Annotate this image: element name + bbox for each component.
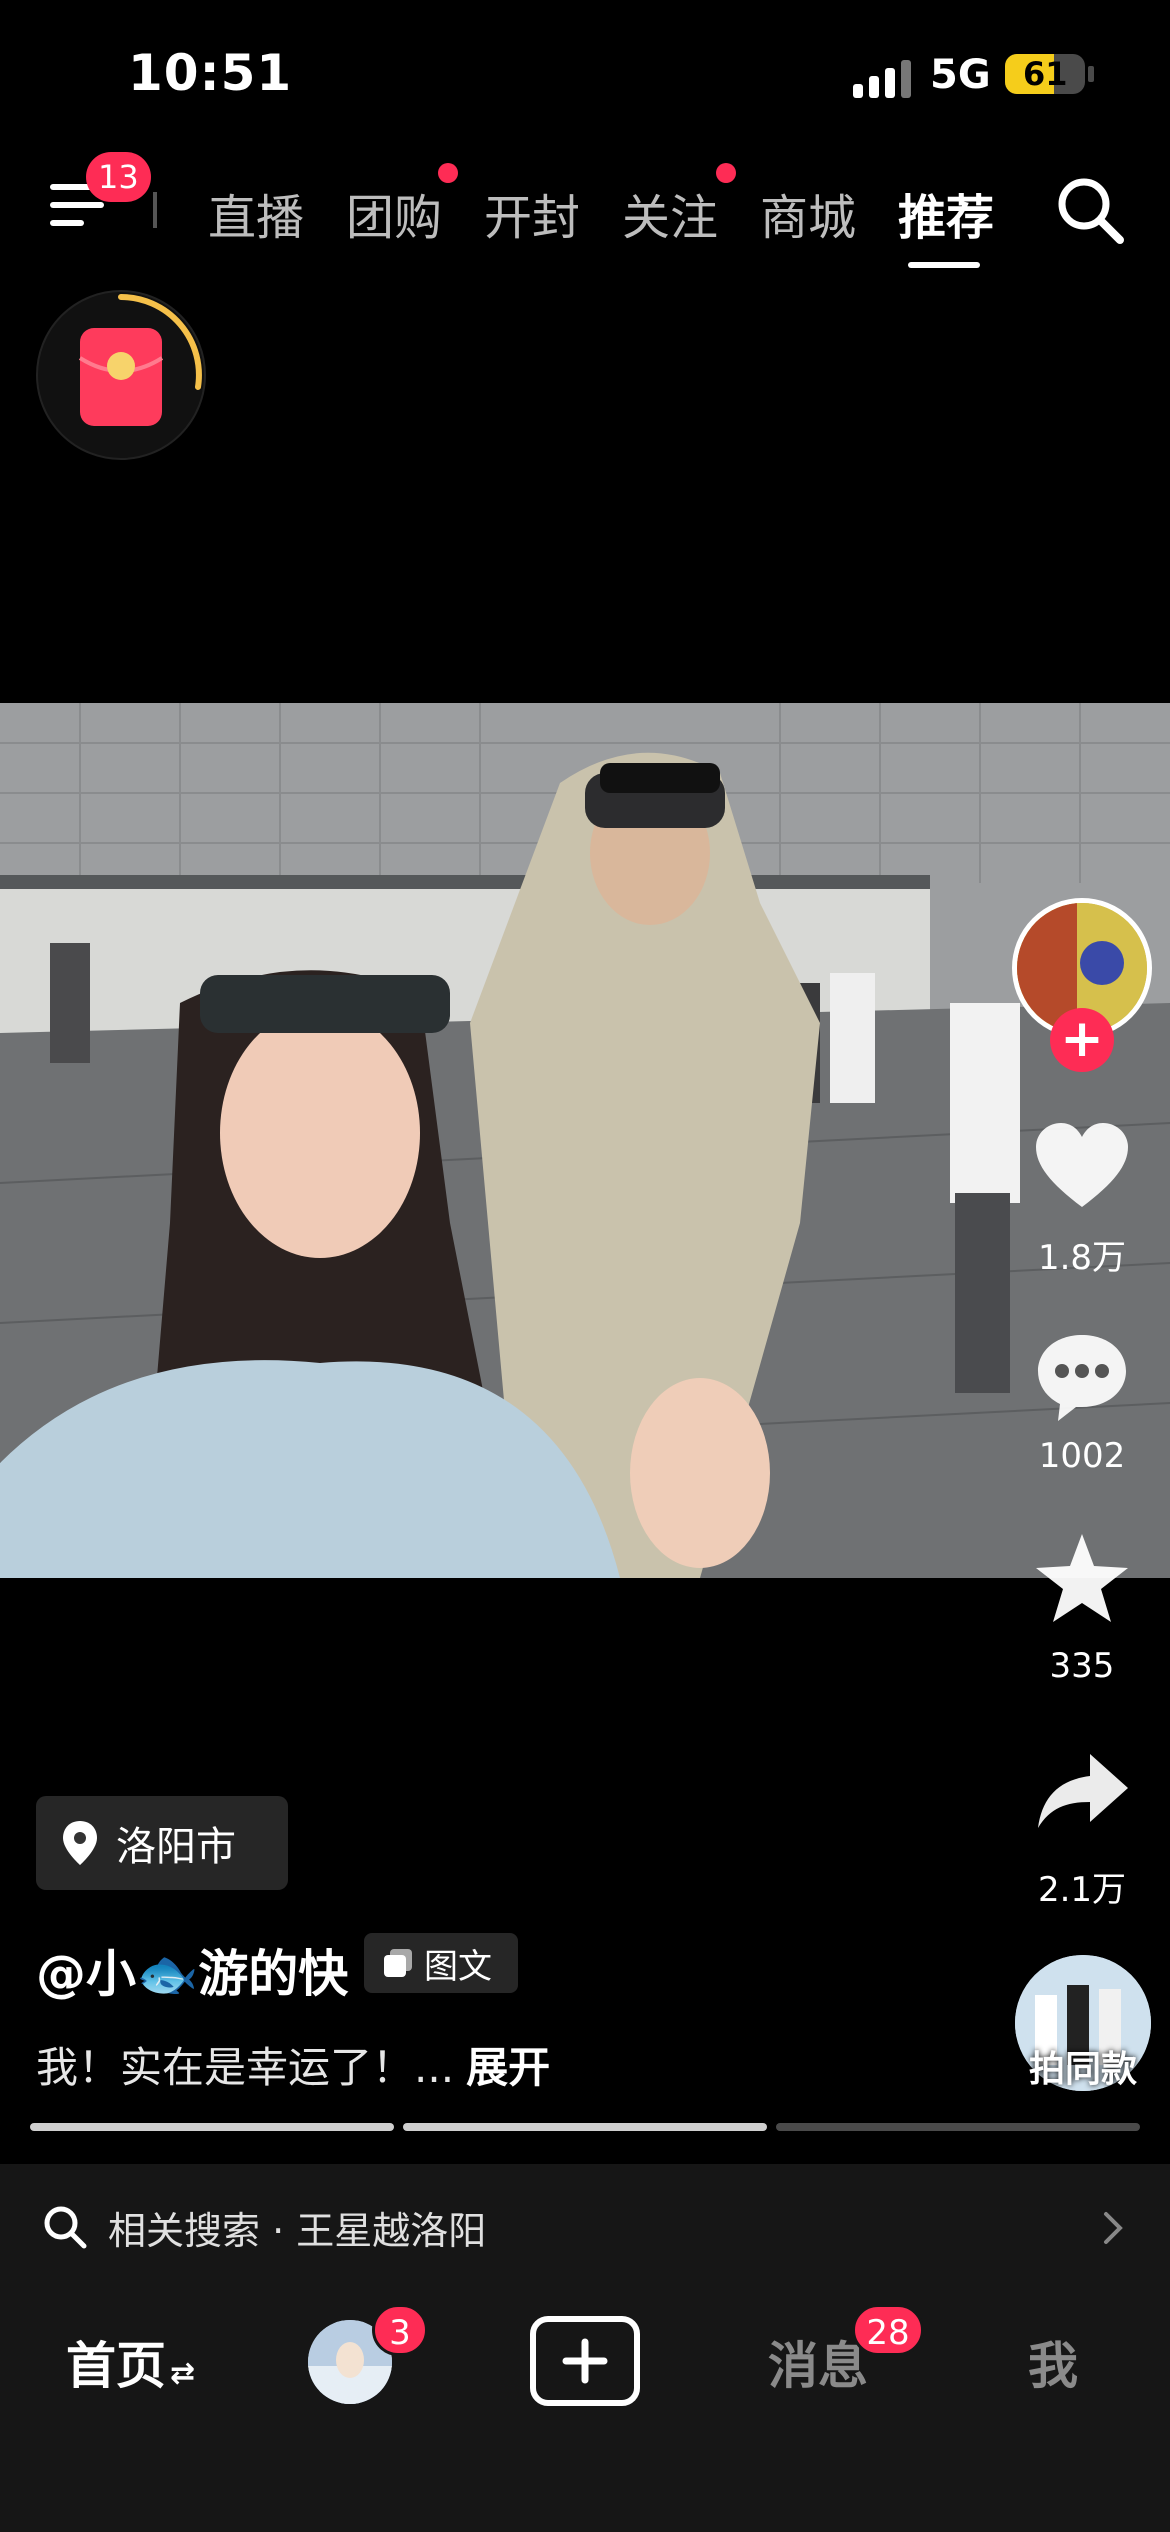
shares-count: 2.1万 — [1037, 1870, 1127, 1910]
related-search-text: 相关搜索 · 王星越洛阳 — [108, 2209, 487, 2253]
battery-level: 61 — [1023, 55, 1068, 93]
location-chip[interactable]: 洛阳市 — [36, 1796, 288, 1890]
tab-mall[interactable]: 商城 — [760, 178, 856, 248]
plus-icon — [562, 2338, 608, 2384]
post-photo[interactable] — [0, 703, 1170, 1578]
same-style-label[interactable]: 拍同款 — [1000, 2040, 1166, 2092]
tab-me[interactable]: 我 — [1028, 2326, 1078, 2398]
page-progress-1 — [30, 2123, 394, 2131]
likes-count: 1.8万 — [1037, 1238, 1127, 1278]
friends-badge: 3 — [372, 2304, 428, 2356]
chevron-right-icon — [1104, 2212, 1123, 2244]
tab-home[interactable]: 首页 ⇄ — [66, 2326, 195, 2398]
tab-home-label: 首页 — [66, 2337, 166, 2395]
network-type: 5G — [930, 52, 991, 98]
tab-group-buy-dot — [438, 163, 458, 183]
create-button[interactable] — [530, 2316, 640, 2406]
post-type-tag: 图文 — [364, 1933, 518, 1993]
tab-group-buy[interactable]: 团购 — [346, 178, 442, 248]
favorites-count: 335 — [1049, 1646, 1115, 1686]
location-text: 洛阳市 — [116, 1824, 236, 1870]
active-tab-indicator — [908, 262, 980, 268]
caption[interactable]: 我！实在是幸运了！... 展开 — [36, 2034, 550, 2095]
signal-icon — [853, 58, 911, 98]
tab-following[interactable]: 关注 — [622, 178, 718, 248]
author-name[interactable]: @小🐟游的快 — [36, 1934, 348, 2006]
status-time: 10:51 — [128, 44, 293, 102]
page-progress-2 — [403, 2123, 767, 2131]
messages-badge: 28 — [852, 2304, 924, 2356]
nav-divider — [153, 192, 157, 228]
comment-icon[interactable] — [1030, 1325, 1134, 1429]
share-icon[interactable] — [1030, 1740, 1134, 1844]
red-packet-icon[interactable] — [36, 290, 206, 460]
page-progress-3 — [776, 2123, 1140, 2131]
photo-scene — [0, 703, 1170, 1578]
comments-count: 1002 — [1038, 1436, 1126, 1476]
related-search-bar[interactable]: 相关搜索 · 王星越洛阳 — [0, 2164, 1170, 2284]
menu-badge: 13 — [86, 152, 151, 202]
post-type-label: 图文 — [424, 1946, 492, 1987]
tab-recommend[interactable]: 推荐 — [898, 178, 994, 248]
star-icon[interactable] — [1030, 1528, 1134, 1632]
bottom-tab-bar: 首页 ⇄ 3 消息 28 我 — [0, 2284, 1170, 2532]
tab-local[interactable]: 开封 — [484, 178, 580, 248]
expand-link[interactable]: 展开 — [466, 2043, 550, 2092]
swap-icon: ⇄ — [170, 2356, 196, 2391]
image-text-icon — [384, 1949, 412, 1977]
search-icon — [44, 2206, 87, 2249]
location-pin-icon — [63, 1821, 97, 1865]
battery-icon: 61 — [1005, 54, 1085, 94]
search-icon[interactable] — [1050, 170, 1130, 250]
tab-following-dot — [716, 163, 736, 183]
tab-live[interactable]: 直播 — [208, 178, 304, 248]
battery-nub — [1088, 66, 1094, 82]
caption-text: 我！实在是幸运了！... — [36, 2043, 455, 2092]
heart-icon[interactable] — [1030, 1115, 1134, 1219]
follow-button[interactable]: + — [1050, 1008, 1114, 1072]
